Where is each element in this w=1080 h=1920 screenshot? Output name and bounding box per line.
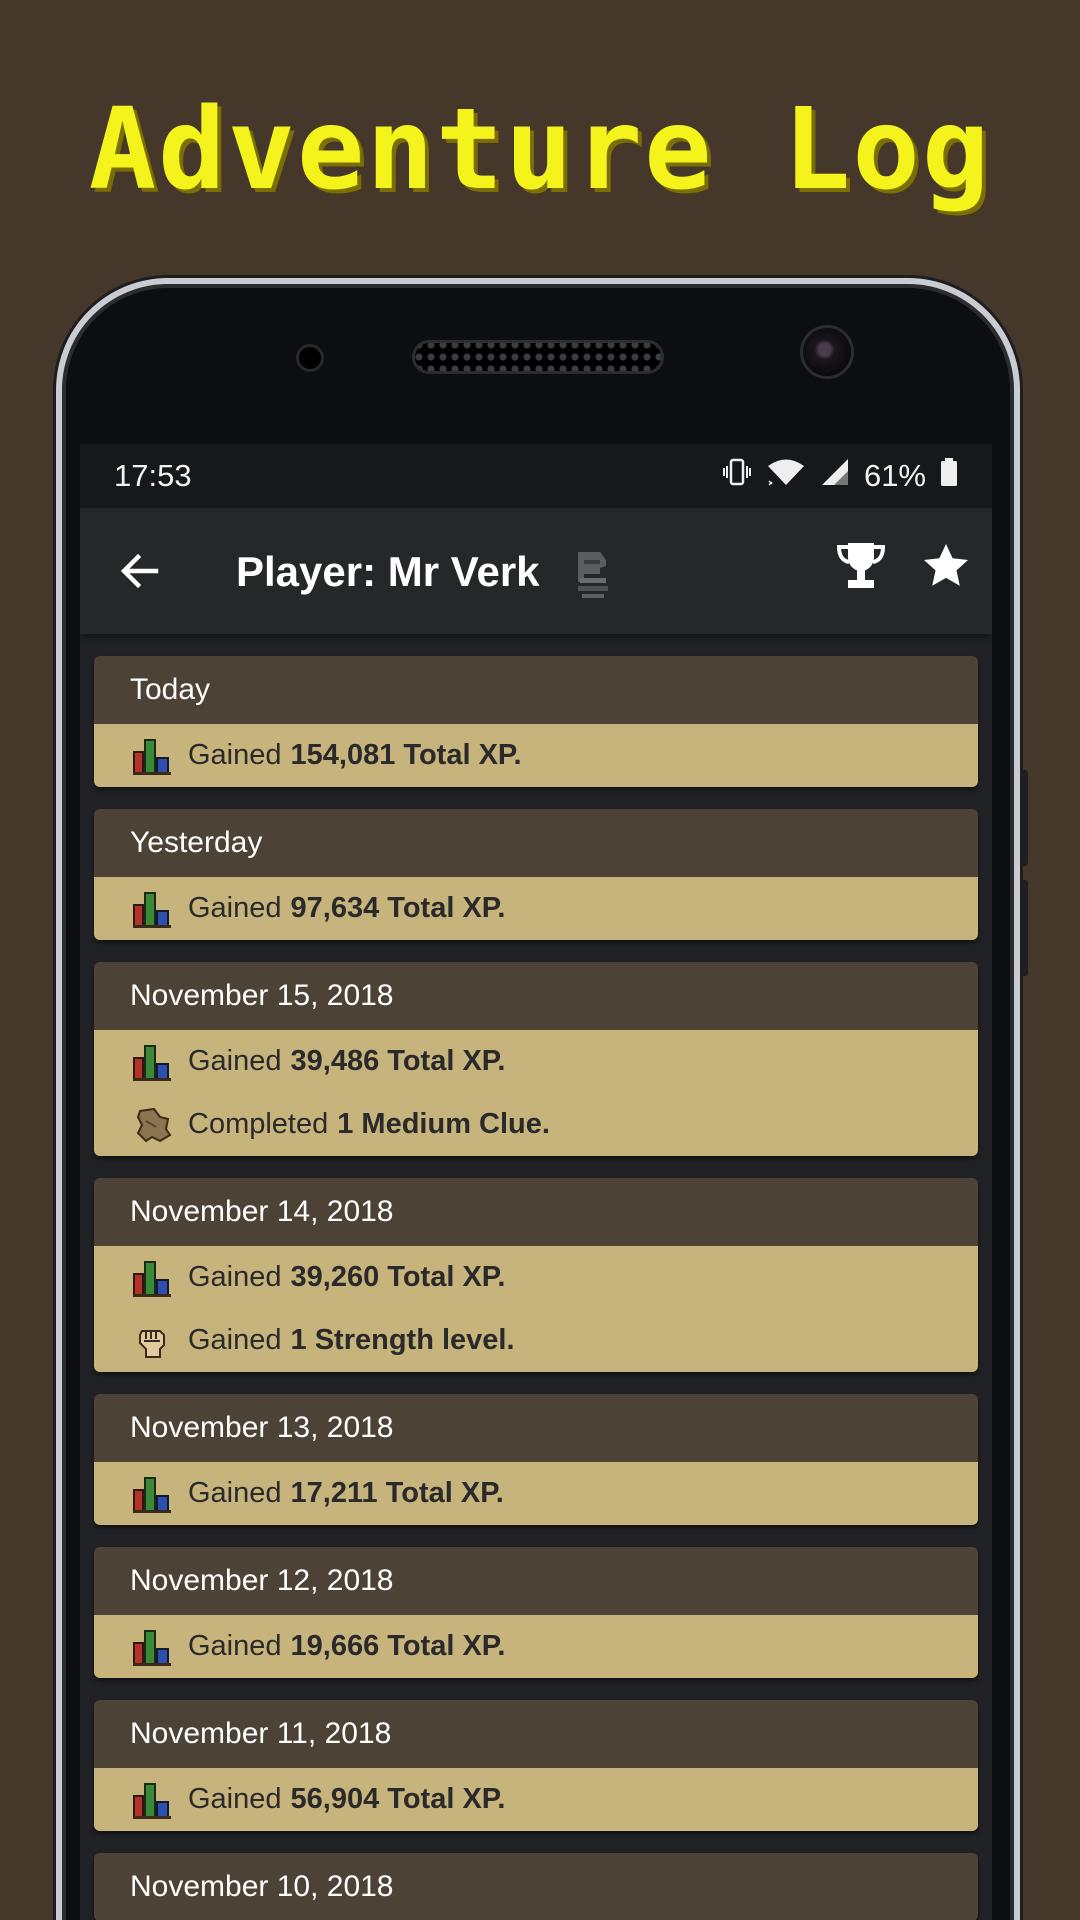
- stats-icon: [130, 1780, 174, 1820]
- log-entry[interactable]: Gained 19,666 Total XP.: [94, 1615, 978, 1678]
- ironman-helm-icon: [570, 546, 614, 605]
- log-day-card: Yesterday Gained 97,634 Total XP.: [94, 809, 978, 940]
- log-entry-value: 1 Medium Clue.: [337, 1108, 550, 1140]
- log-entry-action: Gained: [188, 892, 282, 924]
- log-day-date: November 14, 2018: [94, 1178, 978, 1246]
- stats-icon: [130, 1258, 174, 1298]
- favorite-button[interactable]: [922, 542, 970, 595]
- log-entry-value: 39,260 Total XP.: [290, 1261, 506, 1293]
- status-time: 17:53: [114, 458, 192, 493]
- log-entry[interactable]: Gained 1 Strength level.: [94, 1309, 978, 1372]
- page-title: Player: Mr Verk: [236, 548, 540, 595]
- log-entry-value: 19,666 Total XP.: [290, 1630, 506, 1662]
- log-day-card: November 13, 2018 Gained 17,211 Total XP.: [94, 1394, 978, 1525]
- clue-scroll-icon: [130, 1105, 174, 1145]
- log-day-date: November 13, 2018: [94, 1394, 978, 1462]
- log-entry-action: Gained: [188, 739, 282, 771]
- banner-title: Adventure Log: [88, 85, 992, 215]
- vibrate-icon: [722, 457, 752, 495]
- log-entry[interactable]: Gained 39,486 Total XP.: [94, 1030, 978, 1093]
- phone-screen: 17:53 61% Player: Mr Verk Today Gained 1…: [80, 444, 992, 1920]
- log-day-card: Today Gained 154,081 Total XP.: [94, 656, 978, 787]
- adventure-log-list[interactable]: Today Gained 154,081 Total XP. Yesterday Gai…: [80, 634, 992, 1920]
- stats-icon: [130, 889, 174, 929]
- log-entry[interactable]: Gained 154,081 Total XP.: [94, 724, 978, 787]
- log-day-card: November 12, 2018 Gained 19,666 Total XP.: [94, 1547, 978, 1678]
- log-entry[interactable]: Gained 17,211 Total XP.: [94, 1462, 978, 1525]
- stats-icon: [130, 1627, 174, 1667]
- log-entry-value: 154,081 Total XP.: [290, 739, 522, 771]
- volume-button: [1020, 770, 1028, 866]
- log-day-date: Yesterday: [94, 809, 978, 877]
- log-entry-value: 39,486 Total XP.: [290, 1045, 506, 1077]
- cell-signal-icon: [820, 457, 850, 495]
- star-icon: [924, 544, 968, 586]
- strength-fist-icon: [130, 1321, 174, 1361]
- log-entry[interactable]: Gained 39,260 Total XP.: [94, 1246, 978, 1309]
- front-camera: [800, 325, 854, 379]
- log-day-date: November 15, 2018: [94, 962, 978, 1030]
- battery-icon: [940, 457, 958, 495]
- proximity-sensor: [296, 344, 324, 372]
- log-day-card: November 11, 2018 Gained 56,904 Total XP.: [94, 1700, 978, 1831]
- log-entry-value: 56,904 Total XP.: [290, 1783, 506, 1815]
- log-day-card: November 10, 2018: [94, 1853, 978, 1920]
- battery-level: 61%: [863, 458, 926, 493]
- status-bar: 17:53 61%: [80, 444, 992, 508]
- back-arrow-icon: [120, 553, 159, 589]
- stats-icon: [130, 1474, 174, 1514]
- earpiece-speaker: [412, 340, 664, 374]
- stats-icon: [130, 736, 174, 776]
- log-entry-value: 17,211 Total XP.: [290, 1477, 504, 1509]
- hiscores-button[interactable]: [836, 540, 886, 597]
- log-entry-value: 1 Strength level.: [290, 1324, 515, 1356]
- log-entry[interactable]: Gained 56,904 Total XP.: [94, 1768, 978, 1831]
- log-entry-action: Gained: [188, 1783, 282, 1815]
- log-day-card: November 14, 2018 Gained 39,260 Total XP. G…: [94, 1178, 978, 1372]
- log-entry[interactable]: Completed 1 Medium Clue.: [94, 1093, 978, 1156]
- log-entry-action: Gained: [188, 1261, 282, 1293]
- log-entry-action: Gained: [188, 1324, 282, 1356]
- trophy-icon: [836, 543, 886, 588]
- log-day-date: November 12, 2018: [94, 1547, 978, 1615]
- stats-icon: [130, 1042, 174, 1082]
- wifi-icon: [766, 457, 806, 495]
- log-entry-value: 97,634 Total XP.: [290, 892, 506, 924]
- log-entry-action: Gained: [188, 1477, 282, 1509]
- log-entry-action: Gained: [188, 1630, 282, 1662]
- log-day-date: November 10, 2018: [94, 1853, 978, 1920]
- back-button[interactable]: [80, 508, 200, 634]
- log-day-date: November 11, 2018: [94, 1700, 978, 1768]
- app-bar: Player: Mr Verk: [80, 508, 992, 634]
- log-entry-action: Gained: [188, 1045, 282, 1077]
- log-entry[interactable]: Gained 97,634 Total XP.: [94, 877, 978, 940]
- log-day-date: Today: [94, 656, 978, 724]
- log-entry-action: Completed: [188, 1108, 329, 1140]
- log-day-card: November 15, 2018 Gained 39,486 Total XP. C…: [94, 962, 978, 1156]
- power-button: [1020, 880, 1028, 976]
